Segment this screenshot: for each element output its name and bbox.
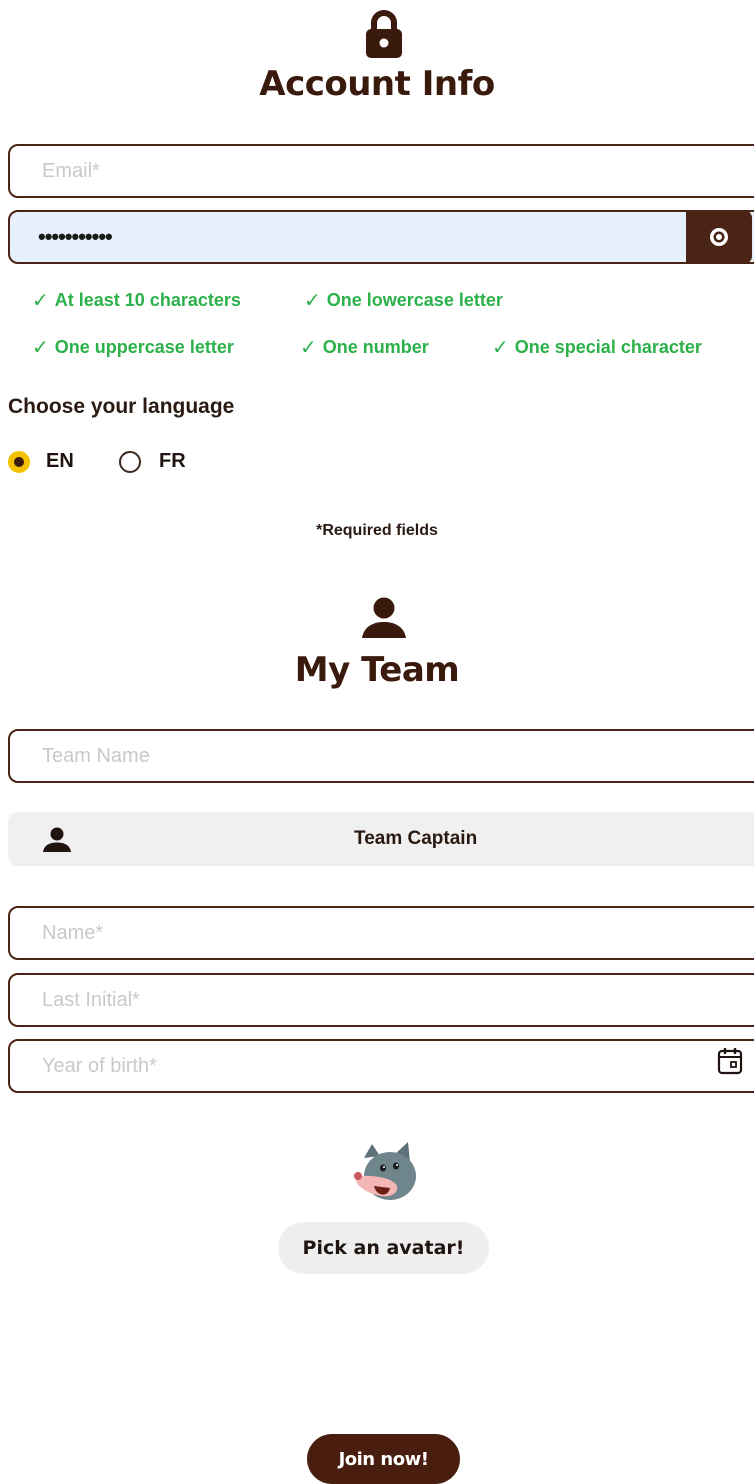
- eye-icon: [710, 227, 728, 246]
- account-info-title: Account Info: [259, 64, 495, 104]
- radio-fr[interactable]: [119, 450, 141, 473]
- user-icon: [360, 596, 408, 640]
- radio-fr-label: FR: [159, 450, 186, 472]
- required-fields-note: *Required fields: [316, 522, 438, 539]
- rule-lowercase-label: One lowercase letter: [326, 290, 503, 310]
- radio-en[interactable]: [8, 450, 30, 473]
- check-icon: ✓: [300, 337, 317, 359]
- year-of-birth-placeholder: Year of birth*: [42, 1054, 157, 1077]
- check-icon: ✓: [32, 337, 49, 359]
- show-password-button[interactable]: [686, 209, 752, 264]
- year-of-birth-field[interactable]: Year of birth*: [8, 1039, 754, 1093]
- team-name-placeholder: Team Name: [42, 744, 150, 767]
- team-captain-bar: Team Captain: [8, 812, 754, 866]
- language-label: Choose your language: [8, 395, 235, 418]
- name-field[interactable]: Name*: [8, 906, 754, 960]
- cat-avatar-icon[interactable]: [344, 1140, 422, 1206]
- last-initial-placeholder: Last Initial*: [42, 988, 140, 1011]
- language-option-fr[interactable]: FR: [119, 450, 186, 473]
- calendar-icon[interactable]: [716, 1046, 744, 1076]
- radio-en-label: EN: [46, 450, 74, 472]
- rule-uppercase-label: One uppercase letter: [54, 337, 234, 357]
- email-field[interactable]: Email*: [8, 144, 754, 198]
- rule-special-label: One special character: [514, 337, 702, 357]
- language-option-en[interactable]: EN: [8, 450, 74, 473]
- my-team-title: My Team: [294, 650, 460, 690]
- password-value: •••••••••••: [38, 224, 113, 249]
- rule-lowercase: ✓ One lowercase letter: [304, 288, 503, 313]
- pick-avatar-button[interactable]: Pick an avatar!: [278, 1222, 489, 1274]
- rule-number-label: One number: [322, 337, 429, 357]
- rule-length: ✓ At least 10 characters: [32, 288, 241, 313]
- last-initial-field[interactable]: Last Initial*: [8, 973, 754, 1027]
- check-icon: ✓: [304, 290, 321, 312]
- lock-icon: [363, 8, 405, 60]
- email-placeholder: Email*: [42, 159, 100, 182]
- password-field[interactable]: •••••••••••: [8, 209, 754, 264]
- rule-number: ✓ One number: [300, 335, 429, 360]
- user-icon: [43, 827, 71, 852]
- check-icon: ✓: [492, 337, 509, 359]
- team-name-field[interactable]: Team Name: [8, 729, 754, 783]
- check-icon: ✓: [32, 290, 49, 312]
- team-captain-label: Team Captain: [354, 828, 478, 849]
- rule-length-label: At least 10 characters: [54, 290, 241, 310]
- rule-special: ✓ One special character: [492, 335, 702, 360]
- rule-uppercase: ✓ One uppercase letter: [32, 335, 234, 360]
- name-placeholder: Name*: [42, 921, 104, 944]
- join-now-button[interactable]: Join now!: [307, 1434, 460, 1484]
